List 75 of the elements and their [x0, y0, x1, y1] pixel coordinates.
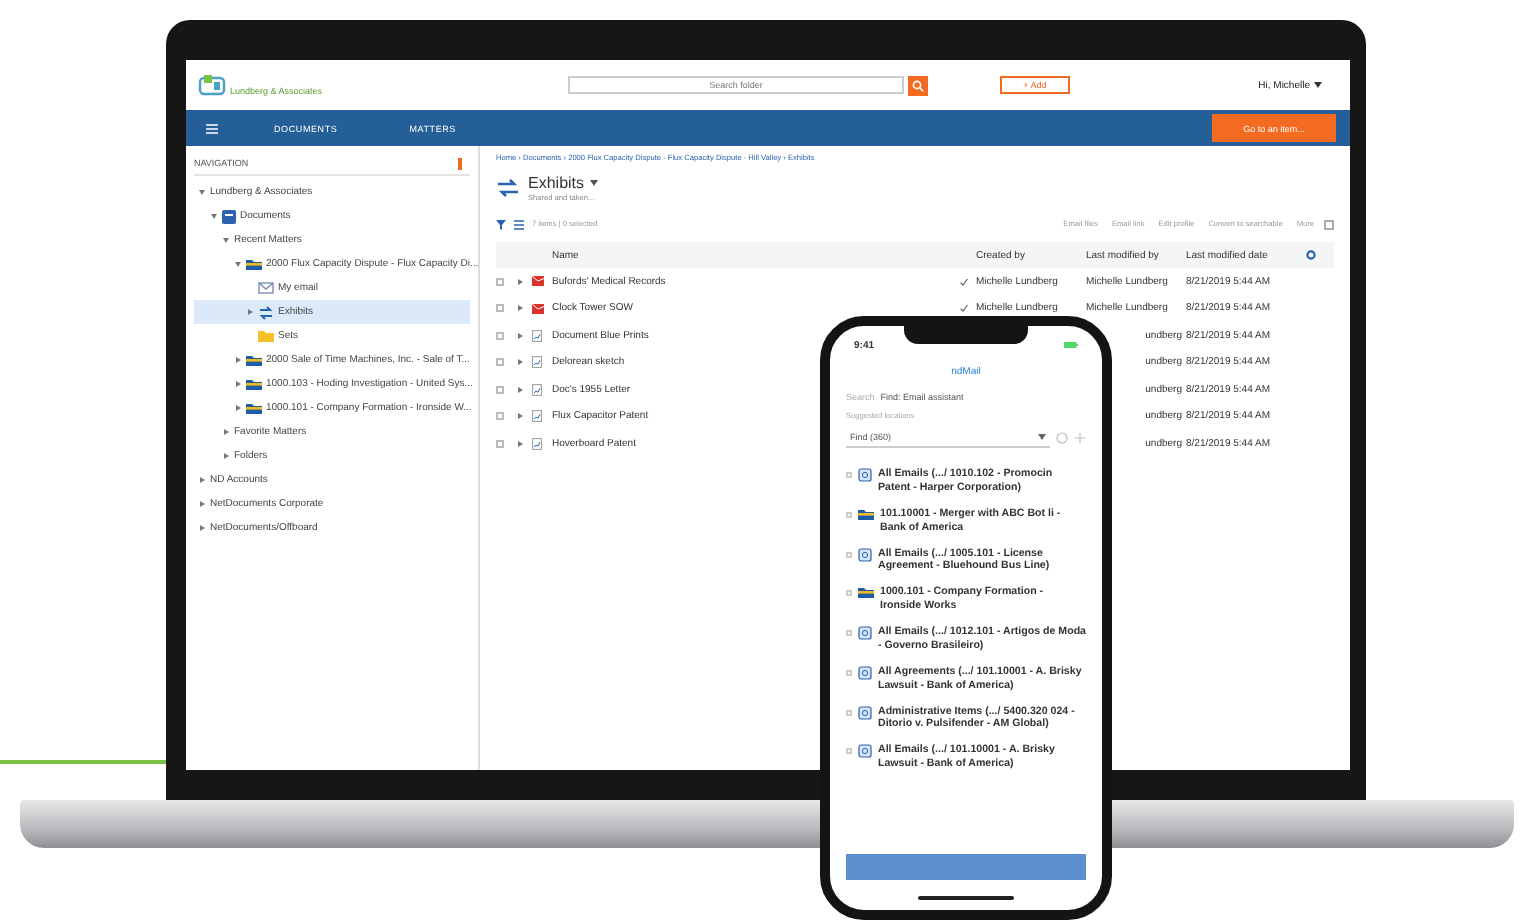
caret-icon	[1314, 82, 1322, 88]
checkbox[interactable]	[496, 358, 504, 367]
caret-icon[interactable]	[516, 439, 524, 448]
arrows-icon	[496, 178, 520, 198]
menu-icon[interactable]	[206, 123, 218, 133]
checkbox[interactable]	[496, 277, 504, 286]
folder-icon	[246, 378, 262, 390]
caret-icon[interactable]	[590, 180, 599, 186]
caret-icon[interactable]	[234, 404, 242, 412]
folder-icon	[246, 402, 262, 414]
checkbox[interactable]	[846, 709, 852, 715]
search-button[interactable]	[908, 75, 928, 95]
folder-icon	[258, 330, 274, 342]
caret-icon[interactable]	[210, 212, 218, 220]
document-icon	[532, 410, 542, 423]
document-icon	[532, 437, 542, 450]
document-icon	[532, 383, 542, 396]
checkbox[interactable]	[846, 669, 852, 676]
arrows-icon	[258, 305, 274, 319]
page-title: Exhibits	[528, 174, 585, 192]
check-icon	[960, 277, 968, 286]
document-icon	[858, 468, 872, 482]
caret-icon[interactable]	[516, 385, 524, 394]
checkbox[interactable]	[496, 439, 504, 448]
caret-icon[interactable]	[222, 452, 230, 460]
envelope-icon	[258, 282, 274, 294]
checkbox[interactable]	[496, 331, 504, 340]
caret-icon[interactable]	[222, 428, 230, 436]
home-indicator	[918, 896, 1014, 900]
folder-icon	[246, 258, 262, 270]
cabinet-icon	[222, 209, 236, 223]
folder-icon	[858, 507, 874, 520]
checkbox[interactable]	[846, 511, 852, 518]
checkbox[interactable]	[496, 385, 504, 394]
folder-icon	[858, 586, 874, 599]
search-icon	[912, 79, 924, 91]
folder-icon	[246, 354, 262, 366]
document-icon	[532, 329, 542, 342]
document-icon	[858, 744, 872, 759]
caret-icon[interactable]	[198, 188, 206, 196]
caret-icon[interactable]	[234, 356, 242, 364]
caret-icon[interactable]	[516, 304, 524, 313]
checkbox[interactable]	[846, 551, 852, 557]
envelope-icon	[532, 276, 544, 287]
caret-icon[interactable]	[222, 236, 230, 244]
checkbox[interactable]	[846, 748, 852, 755]
caret-icon[interactable]	[516, 412, 524, 421]
caret-icon	[1038, 434, 1046, 440]
battery-icon	[1064, 342, 1078, 348]
checkbox[interactable]	[496, 304, 504, 313]
logo-icon	[198, 74, 226, 96]
caret-icon[interactable]	[516, 277, 524, 286]
settings-icon[interactable]	[1306, 250, 1316, 260]
document-icon	[858, 705, 872, 719]
document-icon	[532, 356, 542, 369]
check-icon	[960, 304, 968, 313]
caret-icon[interactable]	[234, 380, 242, 388]
document-icon	[858, 547, 872, 561]
document-icon	[858, 665, 872, 680]
phone-notch	[904, 326, 1028, 344]
caret-icon[interactable]	[246, 308, 254, 316]
checkbox[interactable]	[496, 412, 504, 421]
caret-icon[interactable]	[198, 524, 206, 532]
checkbox[interactable]	[846, 590, 852, 597]
checkbox[interactable]	[846, 630, 852, 636]
caret-icon[interactable]	[234, 260, 242, 268]
caret-icon[interactable]	[198, 476, 206, 484]
checkbox[interactable]	[846, 472, 852, 478]
caret-icon[interactable]	[516, 331, 524, 340]
caret-icon[interactable]	[516, 358, 524, 367]
panel-icon[interactable]	[1324, 219, 1334, 229]
list-icon[interactable]	[514, 219, 524, 229]
caret-icon[interactable]	[198, 500, 206, 508]
envelope-icon	[532, 303, 544, 314]
document-icon	[858, 626, 872, 640]
